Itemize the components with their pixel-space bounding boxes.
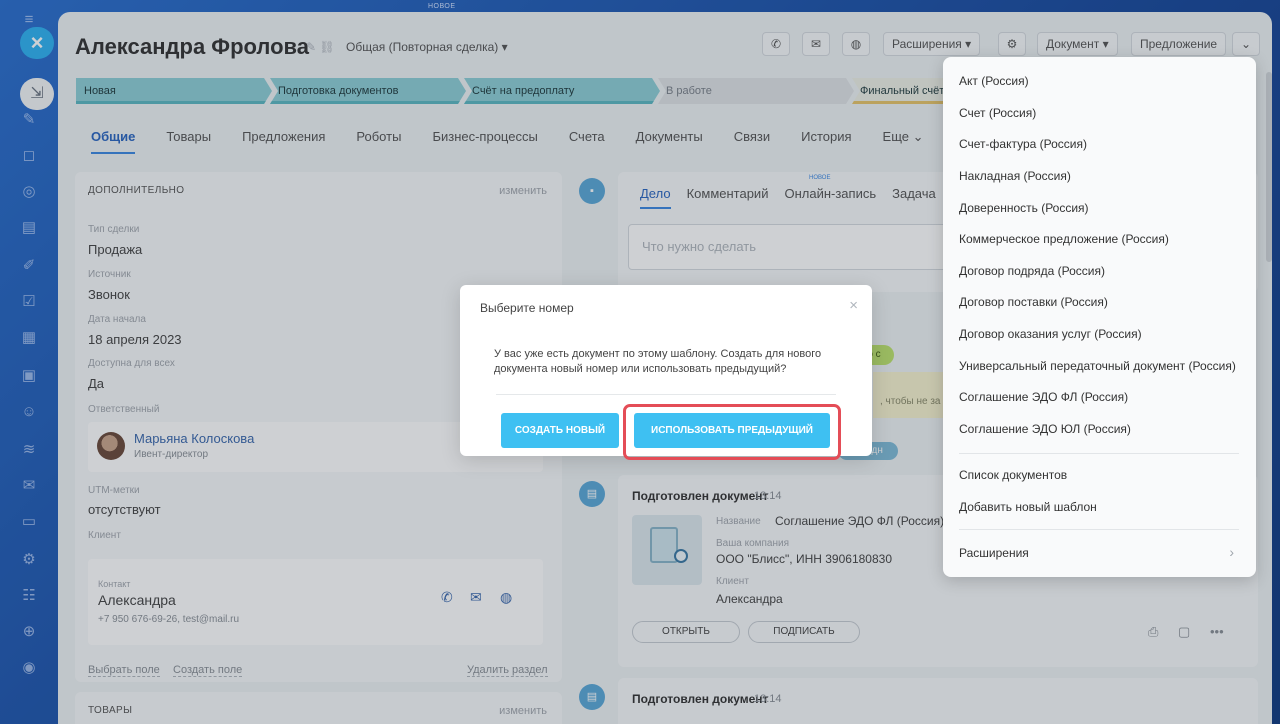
dialog-title: Выберите номер xyxy=(480,301,574,315)
menu-item-add-template[interactable]: Добавить новый шаблон xyxy=(959,500,1097,514)
menu-item[interactable]: Договор поставки (Россия) xyxy=(959,295,1108,309)
document-templates-menu: Акт (Россия) Счет (Россия) Счет-фактура … xyxy=(943,57,1256,577)
chevron-right-icon: › xyxy=(1229,544,1234,560)
divider xyxy=(496,394,836,395)
menu-item[interactable]: Коммерческое предложение (Россия) xyxy=(959,232,1169,246)
menu-divider xyxy=(959,453,1239,454)
menu-item-doc-list[interactable]: Список документов xyxy=(959,468,1067,482)
menu-item[interactable]: Накладная (Россия) xyxy=(959,169,1071,183)
menu-item[interactable]: Доверенность (Россия) xyxy=(959,201,1089,215)
create-new-button[interactable]: СОЗДАТЬ НОВЫЙ xyxy=(501,413,619,448)
menu-item-extensions[interactable]: Расширения xyxy=(959,546,1029,560)
menu-divider xyxy=(959,529,1239,530)
menu-item[interactable]: Договор оказания услуг (Россия) xyxy=(959,327,1142,341)
menu-item[interactable]: Договор подряда (Россия) xyxy=(959,264,1105,278)
menu-item[interactable]: Счет (Россия) xyxy=(959,106,1036,120)
menu-item[interactable]: Акт (Россия) xyxy=(959,74,1029,88)
close-icon[interactable]: × xyxy=(849,297,858,314)
menu-item[interactable]: Соглашение ЭДО ЮЛ (Россия) xyxy=(959,422,1131,436)
menu-item[interactable]: Счет-фактура (Россия) xyxy=(959,137,1087,151)
dialog-text: У вас уже есть документ по этому шаблону… xyxy=(494,348,822,375)
menu-item[interactable]: Универсальный передаточный документ (Рос… xyxy=(959,359,1236,373)
menu-item[interactable]: Соглашение ЭДО ФЛ (Россия) xyxy=(959,390,1128,404)
highlight-frame xyxy=(623,404,841,460)
